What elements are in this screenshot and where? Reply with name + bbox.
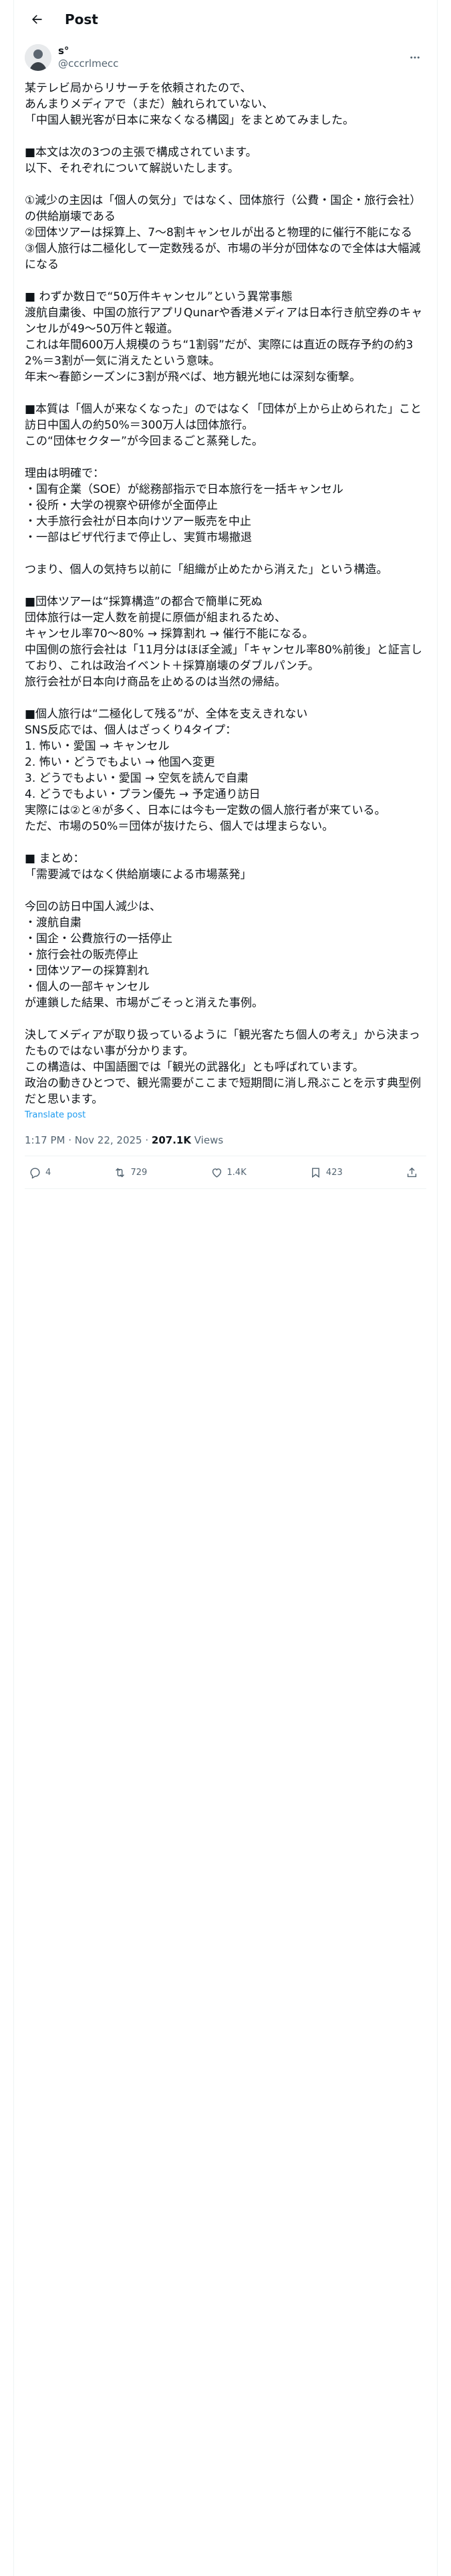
meta-separator: · [142,1134,152,1146]
reply-count: 4 [45,1167,51,1178]
share-icon [407,1167,417,1177]
arrow-left-icon [32,15,42,24]
reply-icon [30,1167,40,1179]
bookmark-button[interactable]: 423 [309,1166,343,1179]
bookmark-count: 423 [325,1167,343,1178]
views-label: Views [190,1134,224,1146]
action-bar: 4 729 1.4K 423 [25,1156,426,1189]
like-button[interactable]: 1.4K [210,1166,247,1179]
bookmark-icon [311,1167,319,1178]
like-count: 1.4K [227,1167,247,1178]
top-bar: Post [14,0,437,39]
avatar[interactable] [25,44,51,71]
author-handle[interactable]: @cccrlmecc [58,58,404,70]
page-title: Post [65,11,98,27]
author-display-name[interactable]: s° [58,45,404,58]
more-options-button[interactable] [404,46,426,69]
repost-count: 729 [130,1167,148,1178]
views-count: 207.1K [151,1134,191,1146]
translate-post-link[interactable]: Translate post [14,1107,437,1123]
back-button[interactable] [25,7,49,31]
heart-icon [212,1168,221,1178]
repost-button[interactable]: 729 [114,1166,147,1179]
post-page: Post s° @cccrlmecc 某テレビ局からリサーチを依頼されたので、 … [13,0,438,2576]
post-meta: 1:17 PM · Nov 22, 2025 · 207.1K Views [25,1134,426,1156]
post-author: s° @cccrlmecc [14,39,437,74]
more-horizontal-icon [410,56,420,59]
repost-icon [116,1168,125,1177]
post-text: 某テレビ局からリサーチを依頼されたので、 あんまりメディアで（まだ）触れられてい… [25,82,423,1106]
author-names: s° @cccrlmecc [58,45,404,70]
share-button[interactable] [406,1166,422,1179]
post-timestamp[interactable]: 1:17 PM · Nov 22, 2025 [25,1134,142,1146]
reply-button[interactable]: 4 [29,1166,51,1179]
